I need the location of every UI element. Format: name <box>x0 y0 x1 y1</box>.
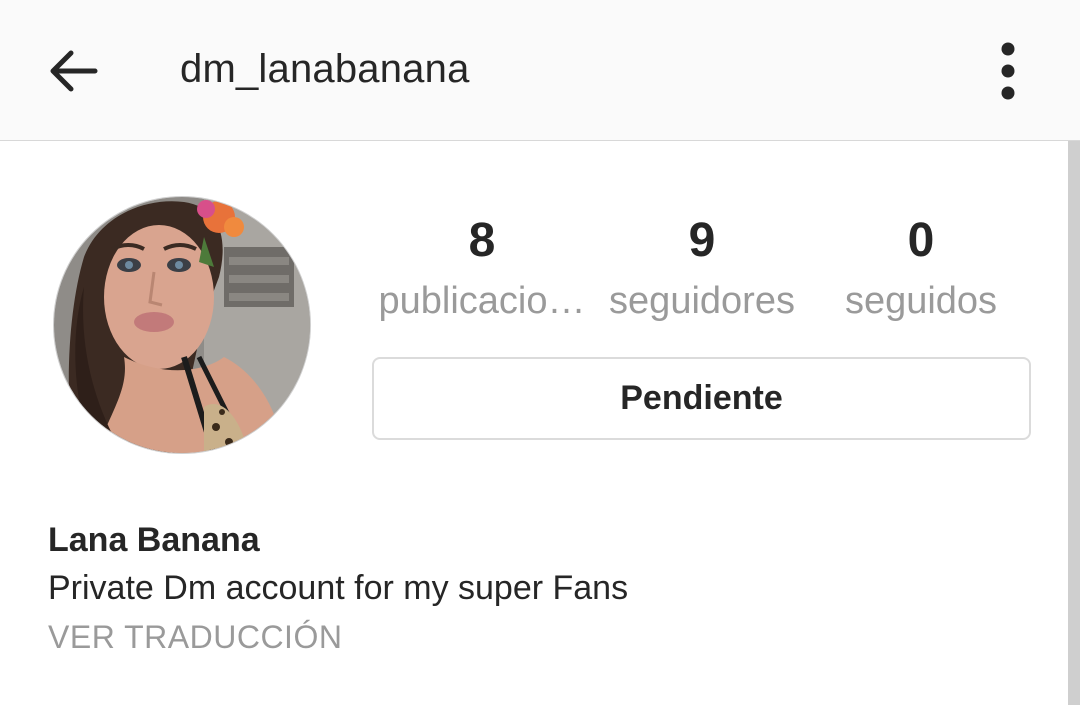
followers-stat[interactable]: 9 seguidores <box>596 212 808 323</box>
more-vertical-icon <box>1001 42 1015 100</box>
posts-label: publicacio… <box>378 280 586 322</box>
top-app-bar: dm_lanabanana <box>0 0 1080 141</box>
profile-bio: Private Dm account for my super Fans <box>48 569 629 607</box>
more-options-button[interactable] <box>978 36 1038 106</box>
back-button[interactable] <box>38 36 108 106</box>
following-count: 0 <box>907 214 935 267</box>
followers-label: seguidores <box>609 280 795 322</box>
see-translation-link[interactable]: VER TRADUCCIÓN <box>48 616 342 658</box>
profile-photo <box>54 197 310 453</box>
avatar[interactable] <box>53 196 311 454</box>
profile-full-name: Lana Banana <box>48 521 260 559</box>
profile-username: dm_lanabanana <box>180 47 470 91</box>
scrollbar[interactable] <box>1068 141 1080 705</box>
followers-count: 9 <box>688 214 716 267</box>
following-stat[interactable]: 0 seguidos <box>832 212 1010 323</box>
posts-stat[interactable]: 8 publicacio… <box>372 212 592 323</box>
following-label: seguidos <box>844 280 998 322</box>
pending-request-button[interactable]: Pendiente <box>372 357 1031 440</box>
arrow-left-icon <box>50 50 98 92</box>
posts-count: 8 <box>468 214 496 267</box>
